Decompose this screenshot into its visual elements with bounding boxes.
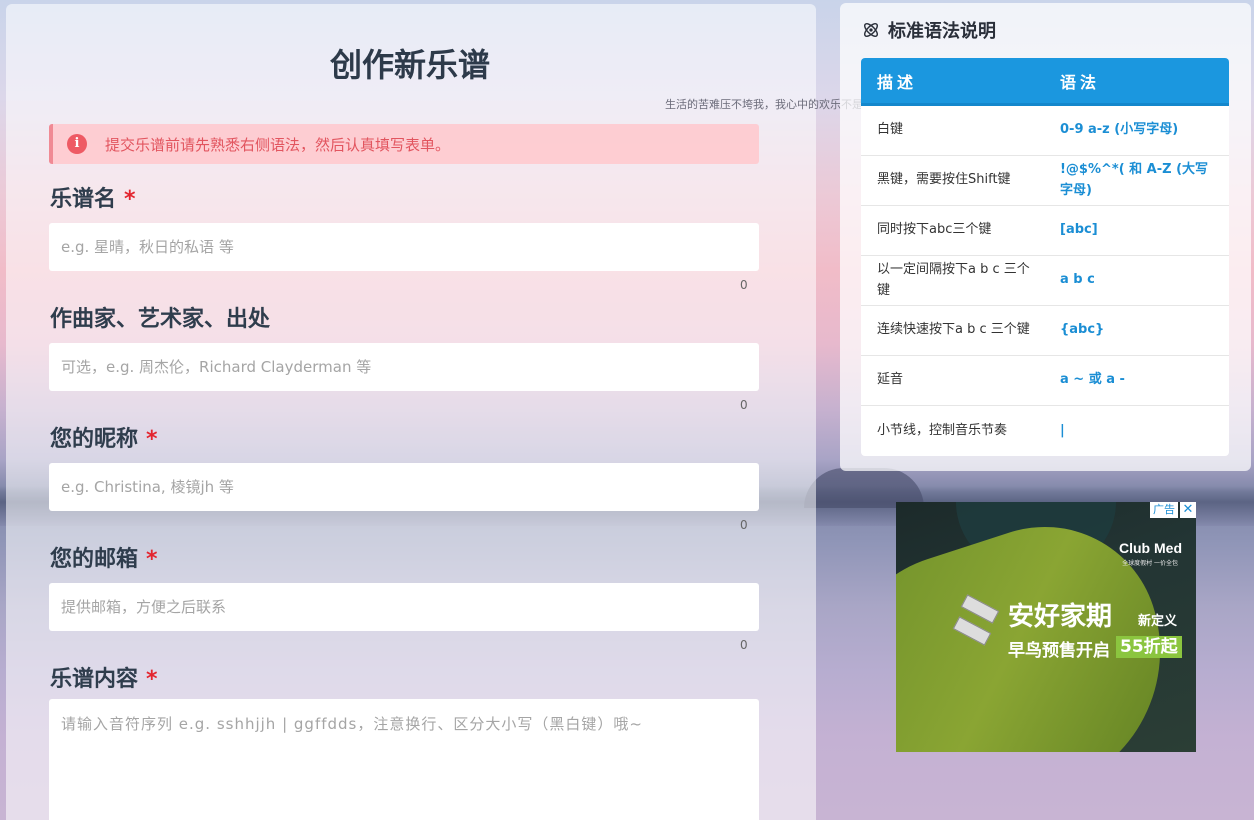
- nickname-input[interactable]: [49, 463, 759, 511]
- alert-banner: i 提交乐谱前请先熟悉右侧语法，然后认真填写表单。: [49, 124, 759, 164]
- field-label-composer: 作曲家、艺术家、出处: [50, 301, 270, 333]
- score-content-textarea[interactable]: [49, 699, 759, 820]
- page-title: 创作新乐谱: [329, 46, 490, 84]
- row-syntax: !@$%^*( 和 A-Z (大写字母): [1060, 162, 1209, 198]
- row-desc: 黑键，需要按住Shift键: [877, 172, 1011, 188]
- field-label-score-name: 乐谱名 *: [50, 181, 136, 213]
- ad-badge[interactable]: 广告: [1150, 502, 1178, 518]
- row-syntax: 0-9 a-z (小写字母): [1060, 122, 1179, 138]
- row-desc: 延音: [877, 372, 904, 388]
- required-mark: *: [146, 667, 158, 692]
- row-syntax: [abc]: [1060, 222, 1098, 238]
- char-counter: 0: [740, 638, 748, 652]
- table-row: 小节线，控制音乐节奏 |: [861, 406, 1229, 456]
- ad-discount-badge: 55折起: [1116, 636, 1182, 658]
- close-icon[interactable]: ✕: [1180, 502, 1196, 518]
- table-header-syntax: 语法: [1060, 72, 1101, 92]
- alert-text: 提交乐谱前请先熟悉右侧语法，然后认真填写表单。: [105, 135, 451, 154]
- ad-brand-sub: 全球度假村 一价全包: [1122, 560, 1178, 567]
- required-mark: *: [124, 187, 136, 212]
- field-label-text: 乐谱名: [50, 187, 117, 212]
- row-desc: 同时按下abc三个键: [877, 222, 992, 238]
- table-header-desc: 描述: [877, 72, 918, 92]
- table-row: 延音 a ~ 或 a -: [861, 356, 1229, 406]
- row-syntax: a b c: [1060, 272, 1095, 288]
- table-header-row: 描述 语法: [861, 58, 1229, 106]
- table-row: 同时按下abc三个键 [abc]: [861, 206, 1229, 256]
- email-input[interactable]: [49, 583, 759, 631]
- atom-icon: [864, 23, 878, 37]
- ad-subheadline: 早鸟预售开启: [1008, 641, 1110, 661]
- field-label-nickname: 您的昵称 *: [50, 421, 158, 453]
- field-label-text: 您的昵称: [50, 427, 139, 452]
- field-label-text: 您的邮箱: [50, 547, 139, 572]
- required-mark: *: [146, 427, 158, 452]
- row-desc: 白键: [877, 122, 904, 138]
- row-syntax: a ~ 或 a -: [1060, 372, 1125, 388]
- score-name-input[interactable]: [49, 223, 759, 271]
- syntax-header: 标准语法说明: [862, 17, 996, 43]
- table-row: 白键 0-9 a-z (小写字母): [861, 106, 1229, 156]
- char-counter: 0: [740, 518, 748, 532]
- ad-headline-small: 新定义: [1138, 614, 1178, 629]
- char-counter: 0: [740, 278, 748, 292]
- row-desc: 以一定间隔按下a b c 三个键: [877, 261, 1030, 298]
- field-label-text: 作曲家、艺术家、出处: [50, 307, 271, 332]
- required-mark: *: [146, 547, 158, 572]
- syntax-panel: 标准语法说明 描述 语法 白键 0-9 a-z (小写字母) 黑键，需要按住Sh…: [840, 3, 1251, 471]
- table-row: 连续快速按下a b c 三个键 {abc}: [861, 306, 1229, 356]
- row-syntax: |: [1060, 422, 1065, 438]
- ad-brand-logo: Club Med: [1119, 540, 1182, 556]
- row-desc: 小节线，控制音乐节奏: [877, 422, 1008, 438]
- composer-input[interactable]: [49, 343, 759, 391]
- field-label-email: 您的邮箱 *: [50, 541, 158, 573]
- table-row: 黑键，需要按住Shift键 !@$%^*( 和 A-Z (大写字母): [861, 156, 1229, 206]
- table-row: 以一定间隔按下a b c 三个键 a b c: [861, 256, 1229, 306]
- syntax-table: 描述 语法 白键 0-9 a-z (小写字母) 黑键，需要按住Shift键 !@…: [861, 58, 1229, 456]
- row-desc: 连续快速按下a b c 三个键: [877, 322, 1030, 338]
- ad-banner[interactable]: 广告 ✕ Club Med 全球度假村 一价全包 安好家期 新定义 早鸟预售开启…: [896, 502, 1196, 752]
- ad-headline: 安好家期: [1008, 602, 1113, 632]
- field-label-text: 乐谱内容: [50, 667, 139, 692]
- char-counter: 0: [740, 398, 748, 412]
- row-syntax: {abc}: [1060, 322, 1105, 338]
- field-label-score-content: 乐谱内容 *: [50, 661, 158, 693]
- info-icon: i: [67, 134, 87, 154]
- syntax-title: 标准语法说明: [888, 21, 996, 42]
